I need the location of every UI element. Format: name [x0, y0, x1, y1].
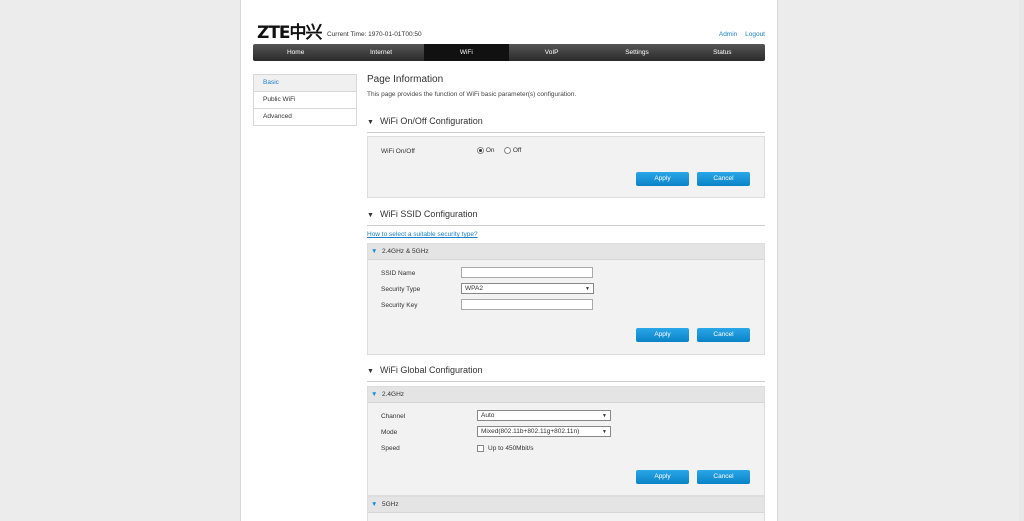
security-help-link[interactable]: How to select a suitable security type? [367, 231, 478, 238]
global-cancel-button[interactable]: Cancel [697, 470, 750, 484]
wifi-onoff-label: WiFi On/Off [381, 148, 415, 155]
window-scrollbar[interactable] [1019, 0, 1024, 521]
security-type-select[interactable]: WPA2 ▼ [461, 283, 594, 294]
ssid-panel: ▼ 2.4GHz & 5GHz SSID Name Security Type W… [367, 243, 765, 355]
admin-link[interactable]: Admin [719, 31, 737, 38]
nav-home[interactable]: Home [253, 44, 338, 61]
main-nav: Home Internet WiFi VoIP Settings Status [253, 44, 765, 61]
ssid-section-title[interactable]: ▼ WiFi SSID Configuration [367, 209, 765, 226]
main-content: Page Information This page provides the … [367, 74, 765, 521]
security-key-label: Security Key [381, 302, 418, 309]
global-24-panel: ▼ 2.4GHz Channel Auto ▼ Mode Mixed(802.11b… [367, 386, 765, 496]
top-links: Admin Logout [713, 31, 765, 38]
expand-triangle-icon: ▼ [371, 391, 378, 398]
nav-wifi[interactable]: WiFi [423, 44, 509, 61]
mode-label: Mode [381, 429, 398, 436]
sidebar-item-advanced[interactable]: Advanced [253, 109, 357, 126]
expand-triangle-icon: ▼ [371, 501, 378, 508]
radio-off[interactable] [504, 147, 511, 154]
radio-on[interactable] [477, 147, 484, 154]
collapse-triangle-icon: ▼ [367, 368, 374, 375]
nav-voip[interactable]: VoIP [509, 44, 594, 61]
band-24-header[interactable]: ▼ 2.4GHz [368, 387, 764, 403]
logout-link[interactable]: Logout [745, 31, 765, 38]
channel-label: Channel [381, 413, 406, 420]
page: ZTE中兴 Current Time: 1970-01-01T00:50 Adm… [240, 0, 778, 521]
page-title: Page Information [367, 74, 444, 85]
ssid-name-input[interactable] [461, 267, 593, 278]
security-type-label: Security Type [381, 286, 421, 293]
ssid-name-label: SSID Name [381, 270, 416, 277]
current-time: Current Time: 1970-01-01T00:50 [327, 31, 422, 38]
collapse-triangle-icon: ▼ [367, 212, 374, 219]
channel-select[interactable]: Auto ▼ [477, 410, 611, 421]
nav-internet[interactable]: Internet [338, 44, 423, 61]
collapse-triangle-icon: ▼ [367, 119, 374, 126]
ssid-cancel-button[interactable]: Cancel [697, 328, 750, 342]
speed-checkbox[interactable] [477, 445, 484, 452]
speed-option[interactable]: Up to 450Mbit/s [477, 445, 534, 452]
ssid-band-header[interactable]: ▼ 2.4GHz & 5GHz [368, 244, 764, 260]
sidebar-item-basic[interactable]: Basic [253, 74, 357, 92]
dropdown-arrow-icon: ▼ [602, 429, 607, 435]
speed-label: Speed [381, 445, 400, 452]
wifi-off-option[interactable]: Off [504, 147, 521, 154]
global-section-title[interactable]: ▼ WiFi Global Configuration [367, 365, 765, 382]
ssid-apply-button[interactable]: Apply [636, 328, 689, 342]
mode-select[interactable]: Mixed(802.11b+802.11g+802.11n) ▼ [477, 426, 611, 437]
nav-status[interactable]: Status [680, 44, 765, 61]
global-5-panel: ▼ 5GHz [367, 496, 765, 521]
page-description: This page provides the function of WiFi … [367, 91, 577, 98]
zte-logo: ZTE中兴 [257, 23, 323, 43]
band-5-header[interactable]: ▼ 5GHz [368, 497, 764, 513]
expand-triangle-icon: ▼ [371, 248, 378, 255]
wifi-on-option[interactable]: On [477, 147, 494, 154]
onoff-cancel-button[interactable]: Cancel [697, 172, 750, 186]
global-apply-button[interactable]: Apply [636, 470, 689, 484]
onoff-apply-button[interactable]: Apply [636, 172, 689, 186]
sidebar-item-public-wifi[interactable]: Public WiFi [253, 92, 357, 109]
dropdown-arrow-icon: ▼ [602, 413, 607, 419]
onoff-panel: WiFi On/Off On Off Apply Cancel [367, 136, 765, 198]
onoff-section-title[interactable]: ▼ WiFi On/Off Configuration [367, 116, 765, 133]
dropdown-arrow-icon: ▼ [585, 286, 590, 292]
sidebar: Basic Public WiFi Advanced [253, 74, 357, 126]
nav-settings[interactable]: Settings [594, 44, 679, 61]
security-key-input[interactable] [461, 299, 593, 310]
